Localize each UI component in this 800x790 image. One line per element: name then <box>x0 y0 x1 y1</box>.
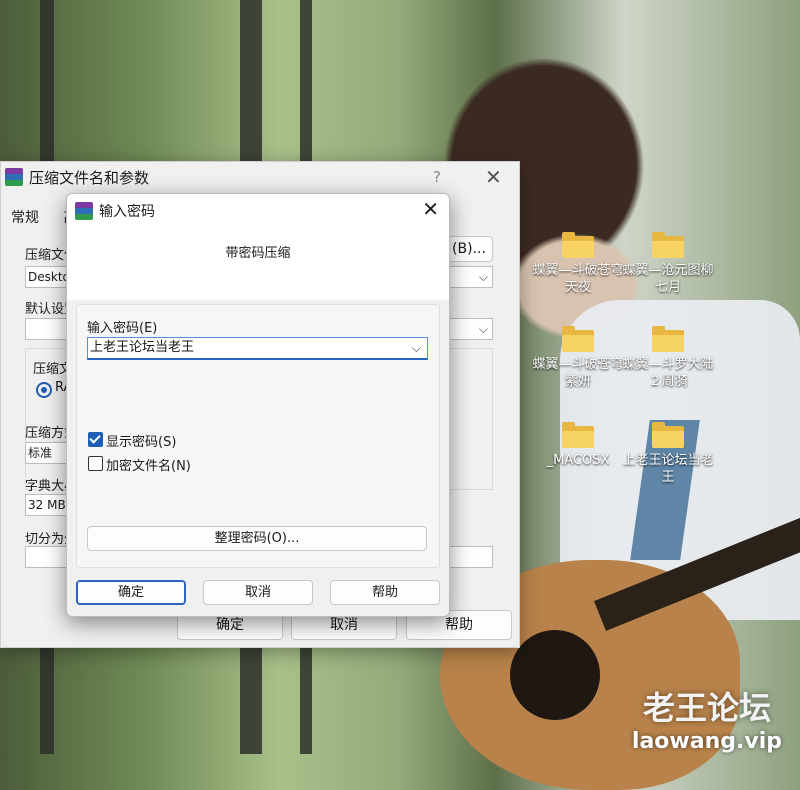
dialog-heading: 带密码压缩 <box>225 246 291 261</box>
password-value: 上老王论坛当老王 <box>90 340 195 355</box>
folder-icon <box>652 422 684 448</box>
ok-button-label: 确定 <box>216 617 244 633</box>
winrar-icon <box>5 168 23 186</box>
window-title: 压缩文件名和参数 <box>29 168 150 187</box>
folder-icon <box>652 326 684 352</box>
watermark-title: 老王论坛 <box>642 689 771 727</box>
help-icon[interactable]: ? <box>433 168 441 186</box>
folder-icon <box>652 232 684 258</box>
watermark: 老王论坛 laowang.vip <box>632 683 782 754</box>
wallpaper-guitar-hole <box>510 630 600 720</box>
tab-general[interactable]: 常规 <box>11 210 39 226</box>
close-icon[interactable]: ✕ <box>485 165 502 189</box>
dictionary-value: 32 MB <box>28 498 66 512</box>
method-value: 标准 <box>28 446 53 460</box>
password-dialog: 输入密码 ✕ 带密码压缩 输入密码(E) 上老王论坛当老王 ⌵ 显示密码(S) … <box>66 193 450 617</box>
desktop-folder[interactable]: 蝶翼—沧元图柳七月 <box>620 232 716 296</box>
desktop-folder-label: 蝶翼—斗罗大陆２周漪 <box>622 357 714 389</box>
organize-passwords-button[interactable]: 整理密码(O)... <box>87 526 427 551</box>
show-password-checkbox[interactable] <box>88 432 103 447</box>
chevron-down-icon[interactable]: ⌵ <box>479 267 488 287</box>
dialog-ok-button[interactable]: 确定 <box>76 580 186 605</box>
format-radio[interactable] <box>36 382 52 398</box>
chevron-down-icon[interactable]: ⌵ <box>479 319 488 339</box>
dialog-help-label: 帮助 <box>371 585 398 600</box>
dialog-title: 输入密码 <box>99 204 155 220</box>
desktop-folder-label: _MACOSX <box>546 453 610 468</box>
desktop-folder-label: 上老王论坛当老王 <box>622 453 714 485</box>
organize-passwords-label: 整理密码(O)... <box>214 531 300 546</box>
archive-name-value: Deskto <box>28 270 70 284</box>
folder-icon <box>562 422 594 448</box>
password-input[interactable]: 上老王论坛当老王 ⌵ <box>87 337 428 360</box>
folder-icon <box>562 326 594 352</box>
dialog-titlebar[interactable]: 输入密码 ✕ <box>67 194 449 226</box>
dialog-header: 带密码压缩 <box>67 226 449 300</box>
desktop-folder[interactable]: 蝶翼—斗破苍穹 天夜 <box>530 232 626 296</box>
dialog-ok-label: 确定 <box>117 585 144 600</box>
browse-button-label: (B)... <box>452 241 486 257</box>
winrar-icon <box>75 202 93 220</box>
dialog-cancel-button[interactable]: 取消 <box>203 580 313 605</box>
close-icon[interactable]: ✕ <box>422 197 439 221</box>
chevron-down-icon[interactable]: ⌵ <box>412 338 421 358</box>
help-button-label: 帮助 <box>445 617 473 633</box>
encrypt-names-label[interactable]: 加密文件名(N) <box>106 455 191 474</box>
folder-icon <box>562 232 594 258</box>
desktop-folder-label: 蝶翼—沧元图柳七月 <box>622 263 714 295</box>
encrypt-names-checkbox[interactable] <box>88 456 103 471</box>
dialog-cancel-label: 取消 <box>244 585 271 600</box>
desktop-folder[interactable]: 蝶翼—斗罗大陆２周漪 <box>620 326 716 390</box>
desktop-folder-label: 蝶翼—斗破苍穹 紫妍 <box>532 357 624 389</box>
cancel-button-label: 取消 <box>330 617 358 633</box>
show-password-label[interactable]: 显示密码(S) <box>106 431 176 450</box>
dialog-help-button[interactable]: 帮助 <box>330 580 440 605</box>
desktop-folder[interactable]: _MACOSX <box>530 422 626 469</box>
watermark-url: laowang.vip <box>631 729 782 754</box>
desktop-folder[interactable]: 蝶翼—斗破苍穹 紫妍 <box>530 326 626 390</box>
browse-button[interactable]: (B)... <box>445 236 493 262</box>
desktop-folder[interactable]: 上老王论坛当老王 <box>620 422 716 486</box>
password-label: 输入密码(E) <box>87 321 158 336</box>
desktop-folder-label: 蝶翼—斗破苍穹 天夜 <box>532 263 624 295</box>
window-titlebar[interactable]: 压缩文件名和参数 <box>1 162 519 192</box>
